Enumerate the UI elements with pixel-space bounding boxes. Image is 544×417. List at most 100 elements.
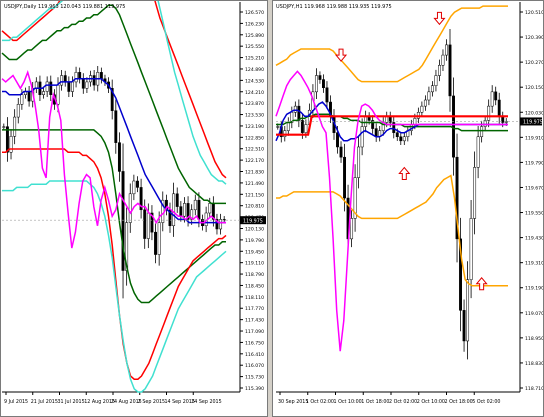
candle-body	[336, 132, 339, 148]
candle-body	[490, 91, 494, 107]
candle-body	[374, 128, 378, 138]
candle-body	[469, 218, 473, 280]
candle-body	[480, 126, 484, 138]
x-tick-label: 2 Oct 10:00	[417, 399, 445, 405]
candle-body	[343, 156, 346, 199]
candle-body	[430, 85, 434, 93]
chart-h1[interactable]: 120.510 120.390 120.270 120.150 120.030 119.9…	[272, 0, 544, 417]
candle-body	[2, 126, 6, 128]
terminal-window: 126.570 126.230 125.890 125.550 125.210 124.8…	[0, 0, 544, 417]
x-tick-label: 1 Oct 10:00	[334, 399, 362, 405]
y-tick-label: 115.390	[245, 386, 264, 392]
candle-body	[179, 206, 183, 217]
candle-body	[146, 212, 150, 239]
candle-body	[452, 95, 455, 158]
y-tick-label: 123.870	[245, 101, 264, 107]
chart-background	[0, 0, 268, 417]
candle-body	[420, 105, 424, 113]
candle-body	[438, 65, 441, 76]
candle-body	[121, 171, 125, 271]
candle-body	[494, 91, 498, 101]
y-tick-label: 119.310	[525, 261, 544, 267]
candle-body	[293, 105, 297, 113]
x-tick-label: 1 Oct 18:00	[361, 399, 389, 405]
y-tick-label: 120.030	[525, 110, 544, 116]
candle-body	[13, 116, 17, 137]
candle-body	[325, 87, 329, 103]
y-tick-label: 120.130	[245, 226, 264, 232]
y-tick-label: 116.750	[245, 340, 264, 346]
y-tick-label: 119.110	[245, 261, 264, 267]
candle-body	[183, 203, 186, 217]
x-tick-label: 24 Sep 2015	[191, 399, 221, 405]
candle-body	[208, 203, 212, 214]
y-tick-label: 125.890	[245, 33, 264, 39]
y-tick-label: 117.430	[245, 318, 264, 324]
candle-body	[114, 110, 118, 143]
candle-body	[99, 72, 103, 79]
y-tick-label: 125.550	[245, 44, 264, 50]
x-tick-label: 2 Oct 02:00	[389, 399, 417, 405]
x-tick-label: 2 Sep 2015	[138, 399, 165, 405]
candle-body	[172, 193, 176, 227]
candle-body	[49, 81, 53, 95]
chart-pane-h1[interactable]: 120.510 120.390 120.270 120.150 120.030 119.9…	[272, 0, 544, 417]
candle-body	[318, 75, 322, 80]
y-tick-label: 119.450	[245, 249, 264, 255]
candle-body	[45, 81, 49, 92]
last-price-label: 119.975	[243, 218, 263, 224]
y-tick-label: 118.110	[245, 295, 264, 301]
chart-daily[interactable]: 126.570 126.230 125.890 125.550 125.210 124.8…	[0, 0, 268, 417]
last-price-label: 119.975	[523, 120, 543, 126]
y-tick-label: 117.770	[245, 306, 264, 312]
candle-body	[197, 199, 201, 220]
candle-body	[67, 81, 71, 92]
candle-body	[304, 124, 308, 133]
candle-body	[219, 219, 223, 230]
candle-body	[81, 78, 85, 89]
y-tick-label: 118.710	[525, 386, 544, 392]
candle-body	[85, 81, 89, 89]
candle-body	[413, 118, 417, 125]
candle-body	[427, 91, 431, 101]
y-tick-label: 126.230	[245, 21, 264, 27]
candle-body	[402, 136, 406, 142]
y-tick-label: 119.430	[525, 236, 544, 242]
candle-body	[473, 167, 477, 219]
candle-body	[20, 94, 24, 105]
x-tick-label: 2 Oct 18:00	[445, 399, 473, 405]
y-tick-label: 121.490	[245, 181, 264, 187]
candle-body	[314, 75, 318, 93]
chart-header: USDJPY,H1 119.968 119.988 119.935 119.97…	[276, 4, 392, 10]
chart-pane-daily[interactable]: 126.570 126.230 125.890 125.550 125.210 124.8…	[0, 0, 268, 417]
candle-body	[462, 310, 466, 342]
y-tick-label: 116.410	[245, 352, 264, 358]
y-tick-label: 117.090	[245, 329, 264, 335]
candle-body	[27, 91, 31, 102]
candle-body	[300, 120, 304, 133]
y-tick-label: 126.570	[245, 10, 264, 16]
candle-body	[74, 72, 78, 83]
y-tick-label: 125.210	[245, 56, 264, 62]
candle-body	[56, 84, 60, 105]
candle-body	[175, 193, 179, 207]
candle-body	[71, 81, 74, 92]
candle-body	[399, 136, 403, 142]
y-tick-label: 119.670	[525, 185, 544, 191]
candle-body	[136, 180, 139, 188]
x-tick-label: 1 Oct 02:00	[306, 399, 334, 405]
y-tick-label: 119.790	[525, 160, 544, 166]
y-tick-label: 120.510	[525, 10, 544, 16]
candle-body	[78, 72, 82, 79]
candle-body	[128, 193, 132, 223]
candle-body	[339, 146, 343, 158]
candle-body	[132, 180, 136, 195]
candle-body	[466, 279, 470, 342]
pane-splitter[interactable]	[268, 0, 272, 417]
x-tick-label: 9 Jul 2015	[4, 399, 28, 405]
y-tick-label: 124.210	[245, 90, 264, 96]
candle-body	[9, 136, 13, 153]
candle-body	[487, 105, 491, 121]
y-tick-label: 121.150	[245, 192, 264, 198]
y-tick-label: 118.830	[525, 361, 544, 367]
